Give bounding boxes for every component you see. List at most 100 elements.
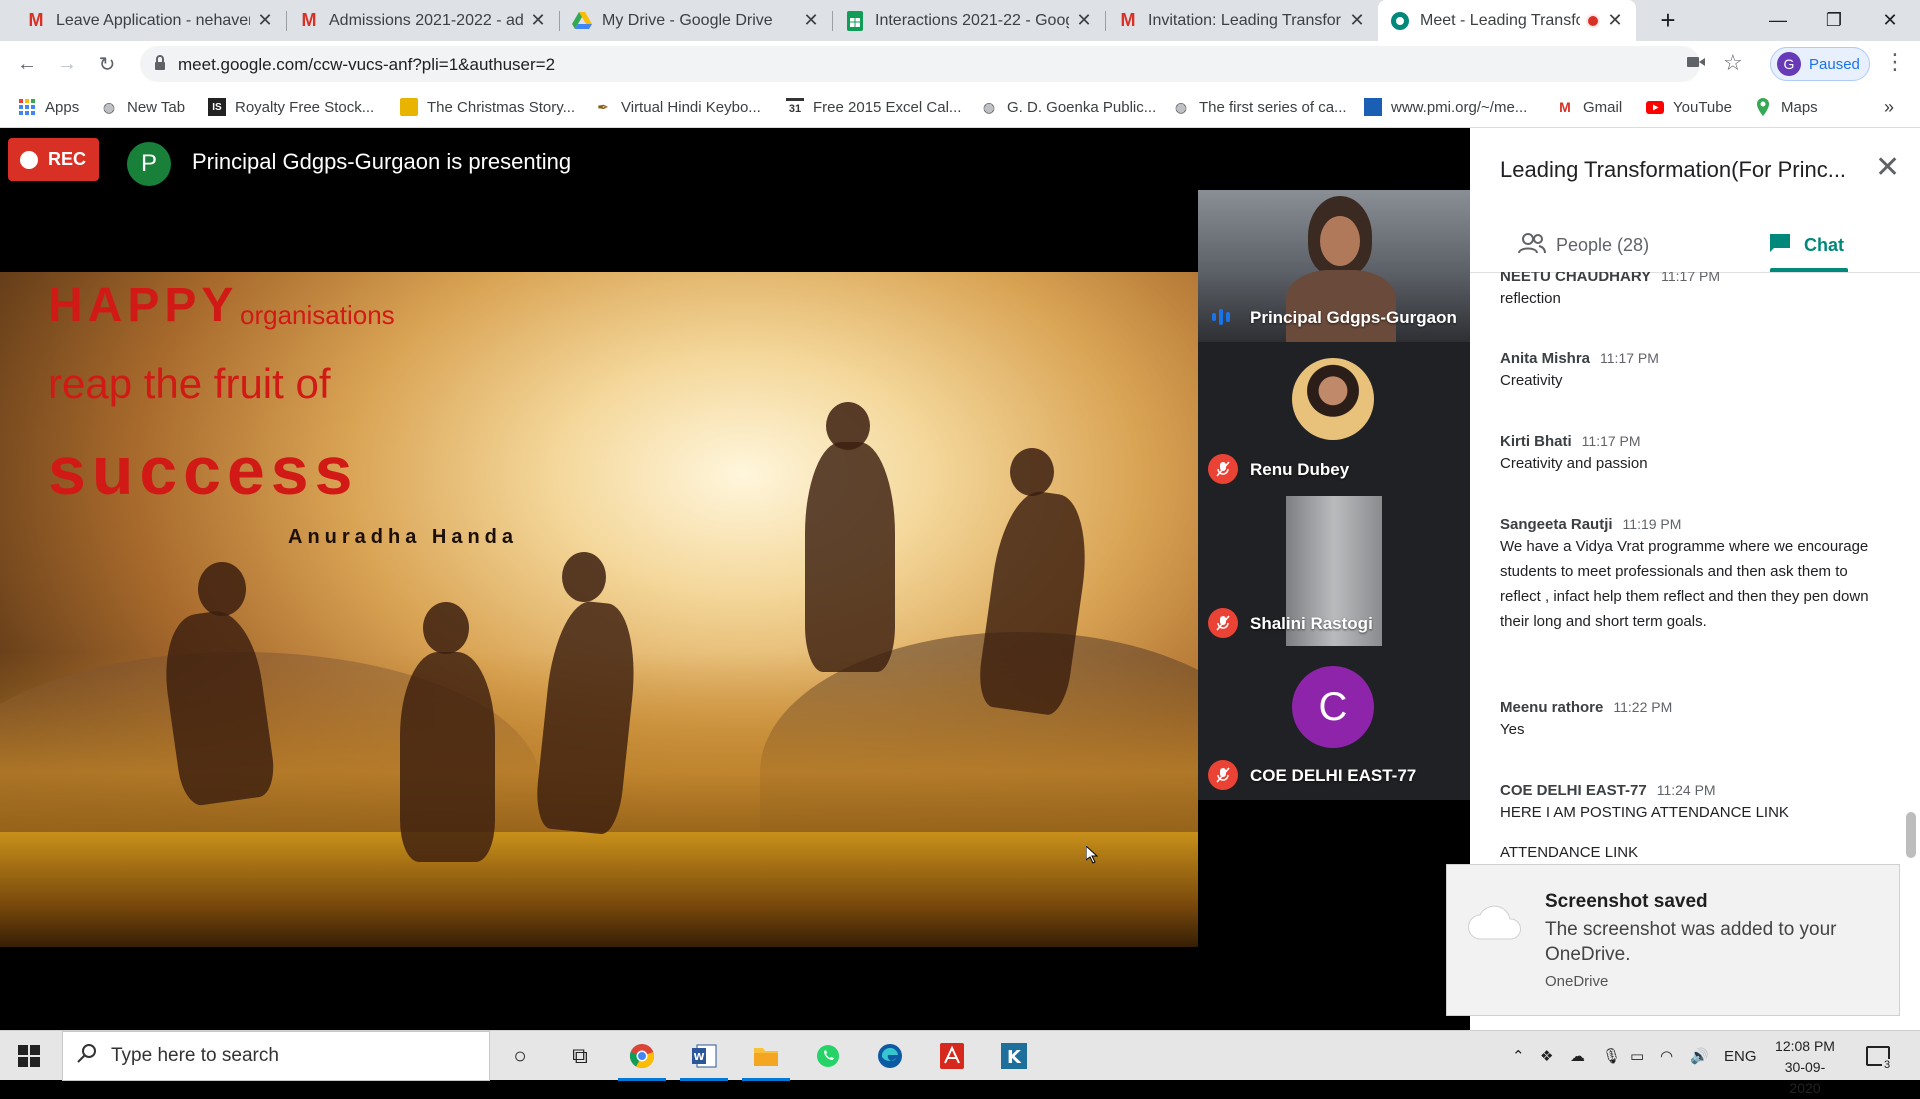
- search-placeholder: Type here to search: [111, 1045, 279, 1066]
- bookmark-pmi[interactable]: www.pmi.org/~/me...: [1364, 87, 1527, 127]
- browser-tab-active[interactable]: Meet - Leading Transfor ✕: [1378, 0, 1636, 41]
- bookmark-gmail[interactable]: M Gmail: [1556, 87, 1622, 127]
- chat-scrollbar[interactable]: [1906, 812, 1916, 858]
- forward-button[interactable]: →: [52, 49, 82, 79]
- back-button[interactable]: ←: [12, 49, 42, 79]
- close-panel-icon[interactable]: ✕: [1875, 150, 1900, 185]
- close-tab-icon[interactable]: ✕: [529, 10, 547, 31]
- apps-grid-icon: [18, 98, 36, 116]
- onedrive-notification[interactable]: Screenshot saved The screenshot was adde…: [1446, 864, 1900, 1016]
- show-hidden-icons-icon[interactable]: ⌃: [1512, 1031, 1525, 1081]
- bookmark-first-series[interactable]: ◍ The first series of ca...: [1172, 87, 1347, 127]
- message-sender: NEETU CHAUDHARY: [1500, 272, 1652, 285]
- system-clock[interactable]: 12:08 PM 30-09-2020: [1770, 1036, 1840, 1099]
- browser-tab[interactable]: M Admissions 2021-2022 - adm ✕: [287, 0, 559, 41]
- address-bar[interactable]: meet.google.com/ccw-vucs-anf?pli=1&authu…: [140, 46, 1705, 82]
- close-window-button[interactable]: ✕: [1866, 0, 1914, 41]
- onedrive-cloud-icon[interactable]: ☁: [1570, 1031, 1585, 1081]
- bookmark-apps[interactable]: Apps: [18, 87, 79, 127]
- menu-icon[interactable]: ⋮: [1884, 49, 1906, 75]
- bookmark-royalty-free[interactable]: IS Royalty Free Stock...: [208, 87, 374, 127]
- whatsapp-icon[interactable]: [800, 1031, 856, 1081]
- participant-tile[interactable]: Principal Gdgps-Gurgaon: [1198, 190, 1470, 342]
- battery-icon[interactable]: ▭: [1630, 1031, 1644, 1081]
- participant-video-body: [1286, 270, 1396, 342]
- chat-message: COE DELHI EAST-77 11:24 PM HERE I AM POST…: [1500, 782, 1880, 825]
- browser-tab[interactable]: M Invitation: Leading Transform ✕: [1106, 0, 1378, 41]
- jumping-person-silhouette: [400, 652, 495, 862]
- pmi-icon: [1364, 98, 1382, 116]
- browser-tab[interactable]: M Leave Application - nehaverm ✕: [14, 0, 286, 41]
- restore-button[interactable]: ❐: [1810, 0, 1858, 41]
- gmail-icon: M: [1120, 10, 1136, 30]
- bookmark-label: G. D. Goenka Public...: [1007, 98, 1157, 116]
- reload-button[interactable]: ↻: [92, 49, 122, 79]
- globe-icon: ◍: [102, 98, 116, 115]
- browser-tab[interactable]: Interactions 2021-22 - Googl ✕: [833, 0, 1105, 41]
- message-sender: COE DELHI EAST-77: [1500, 782, 1647, 799]
- participant-tile[interactable]: Renu Dubey: [1198, 342, 1470, 494]
- tab-chat[interactable]: Chat: [1768, 224, 1844, 266]
- profile-button[interactable]: G Paused: [1770, 47, 1870, 81]
- participant-video-face: [1320, 216, 1360, 266]
- task-view-icon[interactable]: ⧉: [552, 1031, 608, 1081]
- edge-icon[interactable]: [862, 1031, 918, 1081]
- minimize-button[interactable]: —: [1754, 0, 1802, 41]
- chat-message: ATTENDANCE LINK: [1500, 840, 1880, 865]
- bookmarks-overflow-button[interactable]: »: [1884, 87, 1894, 127]
- bookmark-maps[interactable]: Maps: [1754, 87, 1818, 127]
- participant-tile[interactable]: Shalini Rastogi: [1198, 494, 1470, 648]
- participant-name: Shalini Rastogi: [1250, 614, 1373, 633]
- tab-title: My Drive - Google Drive: [602, 11, 773, 29]
- chrome-icon[interactable]: [614, 1031, 670, 1081]
- close-tab-icon[interactable]: ✕: [1348, 10, 1366, 31]
- acrobat-icon[interactable]: [924, 1031, 980, 1081]
- microphone-icon[interactable]: 🎙: [1602, 1031, 1621, 1081]
- drive-icon: [572, 11, 592, 31]
- app-k-icon[interactable]: K: [986, 1031, 1042, 1081]
- word-icon[interactable]: W: [676, 1031, 732, 1081]
- cortana-icon[interactable]: ○: [492, 1031, 548, 1081]
- close-tab-icon[interactable]: ✕: [1606, 10, 1624, 31]
- bookmark-youtube[interactable]: YouTube: [1646, 87, 1732, 127]
- meet-icon: [1390, 11, 1410, 31]
- dropbox-icon[interactable]: ❖: [1540, 1031, 1553, 1081]
- bookmark-label: New Tab: [127, 98, 186, 116]
- file-explorer-icon[interactable]: [738, 1031, 794, 1081]
- camera-icon[interactable]: [1686, 54, 1706, 75]
- wifi-icon[interactable]: ◠: [1660, 1031, 1673, 1081]
- close-tab-icon[interactable]: ✕: [256, 10, 274, 31]
- bookmark-excel-calendar[interactable]: 31 Free 2015 Excel Cal...: [786, 87, 961, 127]
- participant-tile[interactable]: C COE DELHI EAST-77: [1198, 648, 1470, 800]
- bookmark-new-tab[interactable]: ◍ New Tab: [100, 87, 185, 127]
- message-text: Creativity and passion: [1500, 455, 1648, 472]
- notification-center-icon[interactable]: 3: [1866, 1031, 1893, 1081]
- new-tab-button[interactable]: +: [1644, 0, 1692, 41]
- bookmark-gd-goenka[interactable]: ◍ G. D. Goenka Public...: [980, 87, 1156, 127]
- tab-people[interactable]: People (28): [1518, 224, 1649, 266]
- mic-muted-icon: [1208, 760, 1238, 790]
- bookmark-label: Virtual Hindi Keybo...: [621, 98, 761, 116]
- message-sender: Anita Mishra: [1500, 350, 1591, 367]
- language-indicator[interactable]: ENG: [1724, 1031, 1757, 1081]
- windows-icon: [18, 1045, 40, 1067]
- bookmark-label: Royalty Free Stock...: [235, 98, 375, 116]
- close-tab-icon[interactable]: ✕: [1075, 10, 1093, 31]
- recording-badge: REC: [8, 138, 99, 181]
- start-button[interactable]: [0, 1031, 58, 1081]
- tab-title: Leave Application - nehaverm: [56, 11, 250, 29]
- bookmark-label: The first series of ca...: [1199, 98, 1347, 116]
- notification-count: 3: [1882, 1059, 1893, 1071]
- svg-text:W: W: [693, 1052, 704, 1063]
- taskbar-search[interactable]: Type here to search: [62, 1031, 490, 1081]
- slide-heading-happy: HAPPY: [48, 279, 239, 332]
- notification-title: Screenshot saved: [1545, 891, 1708, 912]
- volume-icon[interactable]: 🔊: [1690, 1031, 1709, 1081]
- search-icon: [77, 1043, 97, 1069]
- stock-site-icon: IS: [208, 98, 226, 116]
- close-tab-icon[interactable]: ✕: [802, 10, 820, 31]
- browser-tab[interactable]: My Drive - Google Drive ✕: [560, 0, 832, 41]
- bookmark-hindi-keyboard[interactable]: ✒ Virtual Hindi Keybo...: [594, 87, 761, 127]
- bookmark-star-icon[interactable]: ☆: [1723, 50, 1743, 76]
- bookmark-christmas-story[interactable]: The Christmas Story...: [400, 87, 575, 127]
